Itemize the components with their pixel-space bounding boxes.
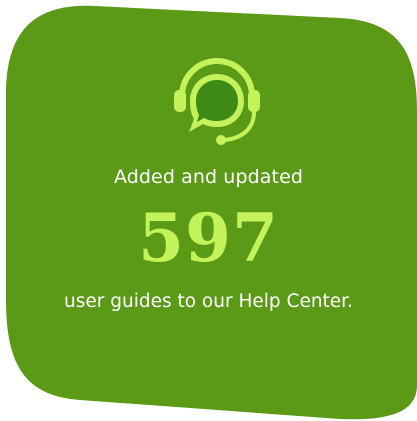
stat-caption-top: Added and updated bbox=[113, 166, 304, 188]
headset-chat-icon bbox=[165, 58, 269, 150]
stat-card: Added and updated 597 user guides to our… bbox=[0, 0, 417, 421]
stat-caption-bottom: user guides to our Help Center. bbox=[64, 291, 353, 312]
stat-number: 597 bbox=[138, 199, 279, 277]
